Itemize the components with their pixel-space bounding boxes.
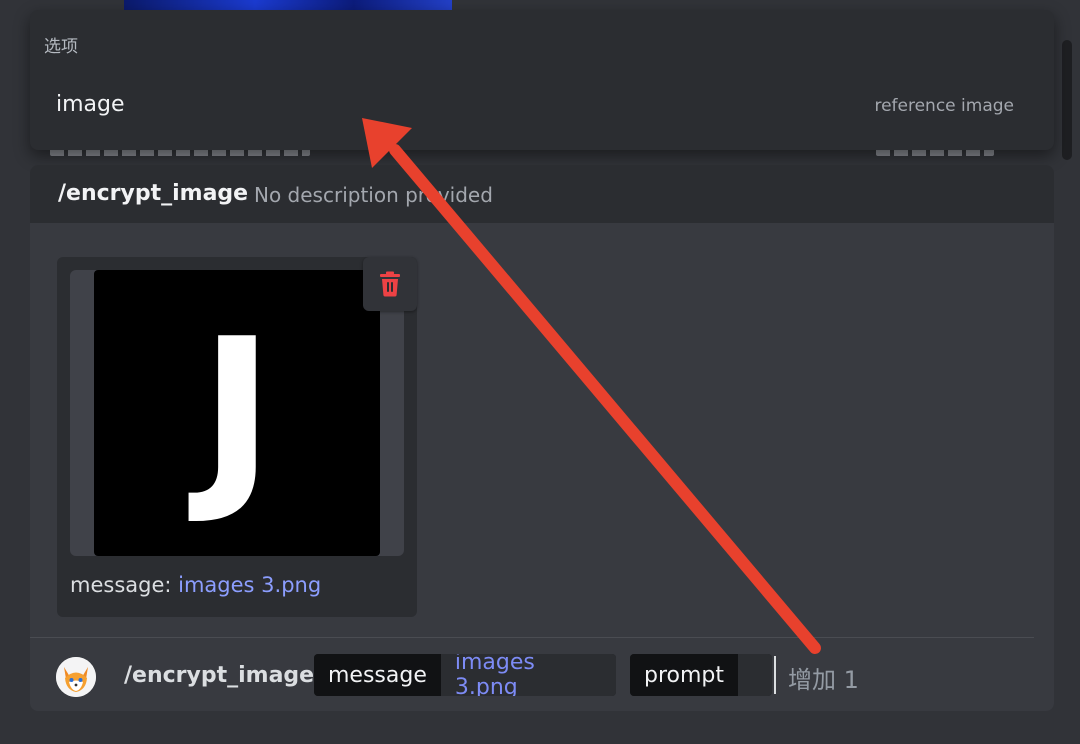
command-subtitle: No description provided (254, 183, 493, 207)
attachment-card: J message: images 3.png (57, 257, 417, 617)
param-key: message (314, 654, 441, 696)
attachment-filename: images 3.png (178, 573, 322, 597)
options-header: 选项 (44, 37, 78, 57)
attachment-image-letter: J (199, 296, 275, 529)
option-description: reference image (874, 96, 1014, 116)
input-command: /encrypt_image (124, 663, 315, 688)
avatar[interactable] (56, 657, 96, 697)
bot-avatar-fox-icon (56, 657, 96, 697)
command-header: /encrypt_image No description provided (30, 165, 1054, 223)
param-value: images 3.png (440, 654, 616, 696)
option-name: image (56, 92, 125, 117)
param-value-input[interactable] (738, 654, 772, 696)
chat-scrollbar[interactable] (1062, 40, 1072, 160)
input-divider (30, 637, 1034, 638)
trash-icon (380, 271, 400, 297)
options-popup: 选项 image reference image (30, 10, 1054, 150)
attachment-image: J (94, 270, 380, 556)
param-chip-prompt[interactable]: prompt (630, 654, 772, 696)
command-title: /encrypt_image (58, 181, 249, 206)
attachment-caption-label: message: (70, 573, 172, 597)
increase-param-label[interactable]: 增加 1 (788, 660, 859, 695)
attachment-caption: message: images 3.png (70, 573, 321, 597)
attachment-preview[interactable]: J (70, 270, 404, 556)
option-item-image[interactable]: image reference image (30, 72, 1054, 142)
delete-attachment-button[interactable] (363, 257, 417, 311)
command-panel: /encrypt_image No description provided J… (30, 165, 1054, 711)
param-chip-message[interactable]: message images 3.png (314, 654, 616, 696)
text-cursor (774, 656, 776, 694)
param-key: prompt (630, 654, 739, 696)
